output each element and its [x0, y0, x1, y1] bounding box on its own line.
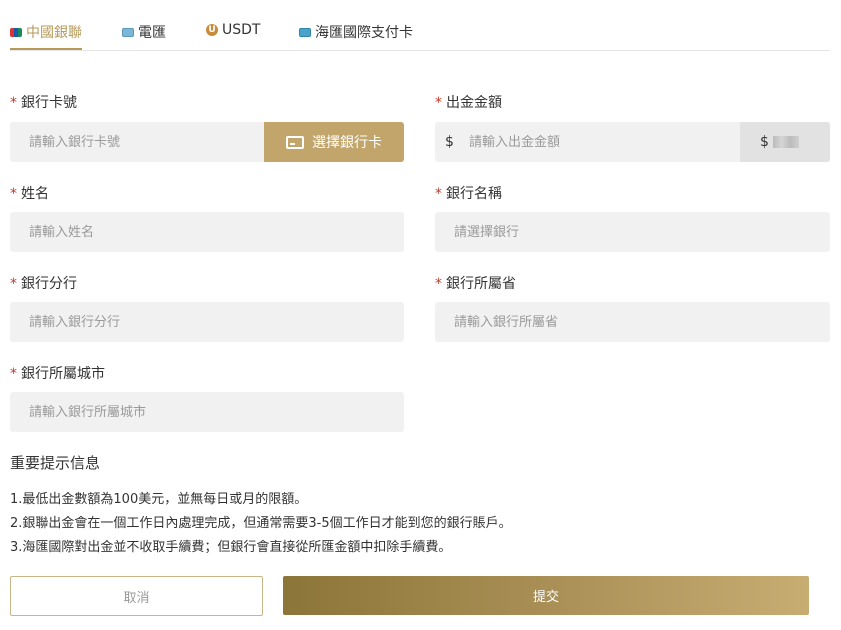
amount-label: * 出金金額	[435, 95, 502, 111]
tab-unionpay[interactable]: 中國銀聯	[10, 22, 82, 50]
province-label: * 銀行所屬省	[435, 276, 516, 292]
blurred-amount	[772, 136, 799, 148]
required-mark: *	[435, 276, 442, 292]
amount-field: $ $	[435, 122, 830, 162]
card-number-input[interactable]	[27, 122, 261, 162]
amount-input[interactable]	[467, 122, 731, 162]
required-mark: *	[10, 276, 17, 292]
notice-title: 重要提示信息	[10, 454, 101, 472]
tab-usdt[interactable]: U USDT	[206, 22, 260, 38]
province-field	[435, 302, 830, 342]
cancel-button[interactable]: 取消	[10, 576, 263, 616]
name-input[interactable]	[27, 212, 391, 252]
province-input[interactable]	[452, 302, 816, 342]
wire-transfer-icon	[122, 27, 134, 37]
tab-label: 中國銀聯	[26, 25, 82, 41]
name-label: * 姓名	[10, 186, 49, 202]
city-input[interactable]	[27, 392, 391, 432]
notice-item: 1.最低出金數額為100美元，並無每日或月的限額。	[10, 492, 308, 507]
choose-bank-card-button[interactable]: 選擇銀行卡	[264, 122, 404, 162]
notice-item: 2.銀聯出金會在一個工作日內處理完成，但通常需要3-5個工作日才能到您的銀行賬戶…	[10, 516, 512, 531]
city-label: * 銀行所屬城市	[10, 366, 105, 382]
credit-card-icon	[286, 135, 304, 149]
tab-label: USDT	[222, 22, 261, 38]
tab-payment-card[interactable]: 海匯國際支付卡	[299, 22, 413, 42]
branch-label: * 銀行分行	[10, 276, 77, 292]
tab-label: 電匯	[138, 25, 166, 41]
notice-item: 3.海匯國際對出金並不收取手續費；但銀行會直接從所匯金額中扣除手續費。	[10, 540, 452, 555]
required-mark: *	[10, 186, 17, 202]
bank-name-select[interactable]	[452, 212, 816, 252]
required-mark: *	[435, 95, 442, 111]
branch-input[interactable]	[27, 302, 391, 342]
required-mark: *	[10, 95, 17, 111]
tab-label: 海匯國際支付卡	[315, 25, 413, 41]
unionpay-icon	[10, 27, 22, 37]
currency-symbol: $	[445, 134, 454, 150]
rate-currency-symbol: $	[760, 134, 769, 150]
converted-amount-display: $	[740, 122, 830, 162]
card-number-label: * 銀行卡號	[10, 95, 77, 111]
payment-method-tabs: 中國銀聯 電匯 U USDT 海匯國際支付卡	[10, 0, 830, 51]
usdt-icon: U	[206, 24, 218, 36]
submit-button[interactable]: 提交	[283, 576, 809, 615]
payment-card-icon	[299, 27, 311, 37]
branch-field	[10, 302, 404, 342]
name-field	[10, 212, 404, 252]
card-number-field: 選擇銀行卡	[10, 122, 404, 162]
bank-name-label: * 銀行名稱	[435, 186, 502, 202]
bank-name-field	[435, 212, 830, 252]
required-mark: *	[10, 366, 17, 382]
required-mark: *	[435, 186, 442, 202]
choose-bank-card-label: 選擇銀行卡	[312, 135, 382, 151]
tab-wire-transfer[interactable]: 電匯	[122, 22, 166, 42]
city-field	[10, 392, 404, 432]
